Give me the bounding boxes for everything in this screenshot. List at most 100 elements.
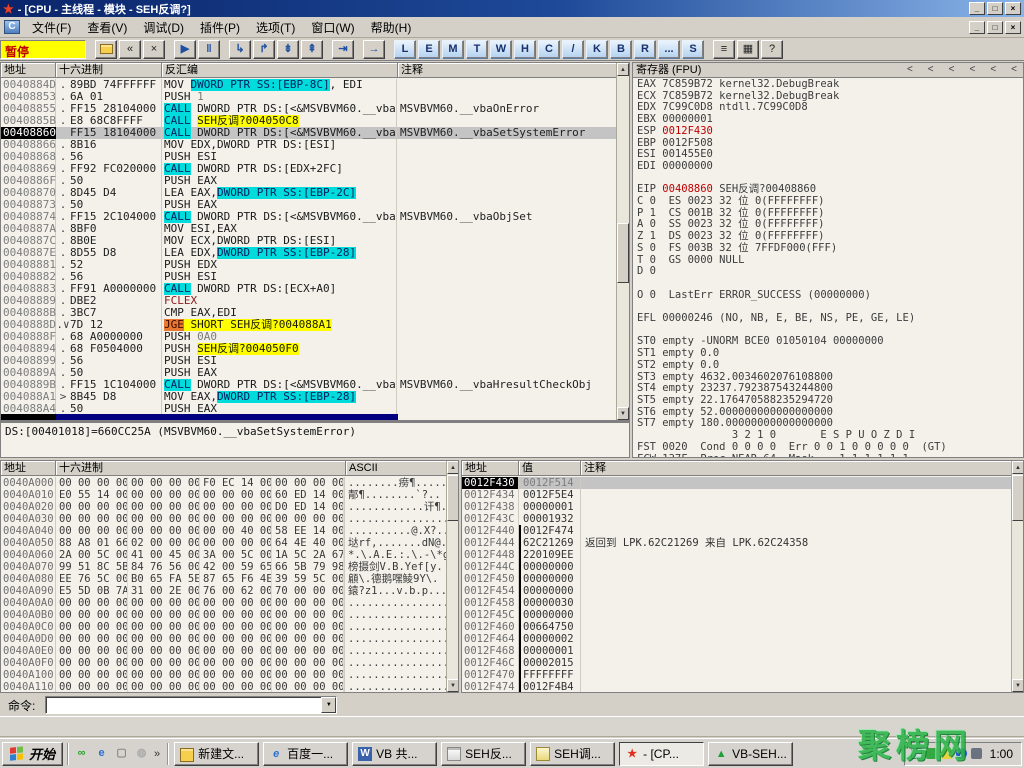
dump-row[interactable]: 0040A0C000 00 00 0000 00 00 0000 00 00 0…: [1, 621, 446, 633]
disasm-row[interactable]: 00408853.6A 01PUSH 1: [1, 91, 616, 103]
menu-item-选[interactable]: 选项(T): [248, 17, 303, 38]
toolbar-window-button-K[interactable]: K: [586, 40, 608, 59]
appearance-button[interactable]: ▦: [737, 40, 759, 59]
disasm-row[interactable]: 0040888F.68 A0000000PUSH 0A0: [1, 331, 616, 343]
scrollbar-thumb[interactable]: [1012, 475, 1024, 521]
collapse-arrow-icon[interactable]: <: [928, 63, 934, 77]
stack-row[interactable]: 0012F448220109EE: [462, 549, 1011, 561]
disasm-row[interactable]: 00408870.8D45 D4LEA EAX,DWORD PTR SS:[EB…: [1, 187, 616, 199]
help-button[interactable]: ?: [761, 40, 783, 59]
toolbar-window-button-S[interactable]: S: [682, 40, 704, 59]
dump-row[interactable]: 0040A05088 A8 01 6602 00 00 0000 00 00 0…: [1, 537, 446, 549]
dump-row[interactable]: 0040A090E5 5D 0B 7A31 00 2E 0076 00 62 0…: [1, 585, 446, 597]
stack-row[interactable]: 0012F43800000001: [462, 501, 1011, 513]
menu-item-文[interactable]: 文件(F): [24, 17, 79, 38]
child-close-button[interactable]: ×: [1005, 21, 1021, 34]
quick-launch-chevron-icon[interactable]: »: [151, 748, 163, 760]
toolbar-window-button-M[interactable]: M: [442, 40, 464, 59]
stack-row[interactable]: 0012F44462C21269返回到 LPK.62C21269 来自 LPK.…: [462, 537, 1011, 549]
collapse-arrow-icon[interactable]: <: [1011, 63, 1017, 77]
collapse-arrow-icon[interactable]: <: [949, 63, 955, 77]
taskbar-button-green[interactable]: ▲VB-SEH...: [708, 742, 793, 766]
stack-row[interactable]: 0012F470FFFFFFFF: [462, 669, 1011, 681]
taskbar-button-folder[interactable]: 新建文...: [174, 742, 259, 766]
toolbar-window-button-L[interactable]: L: [394, 40, 416, 59]
register-line[interactable]: FCW 137F Prec NEAR,64 Mask 1 1 1 1 1 1: [637, 454, 1021, 459]
registers-body[interactable]: EAX 7C859B72 kernel32.DebugBreakECX 7C85…: [637, 79, 1021, 457]
dump-row[interactable]: 0040A07099 51 8C 5B84 76 56 0042 00 59 6…: [1, 561, 446, 573]
dump-scrollbar[interactable]: ▲ ▼: [446, 461, 458, 692]
register-line[interactable]: EFL 00000246 (NO, NB, E, BE, NS, PE, GE,…: [637, 313, 1021, 325]
dump-row[interactable]: 0040A0F000 00 00 0000 00 00 0000 00 00 0…: [1, 657, 446, 669]
collapse-arrow-icon[interactable]: <: [969, 63, 975, 77]
dump-row[interactable]: 0040A02000 00 00 0000 00 00 0000 00 00 0…: [1, 501, 446, 513]
column-header-comment[interactable]: 注释: [398, 63, 629, 77]
open-file-button[interactable]: [95, 40, 117, 59]
menu-item-帮[interactable]: 帮助(H): [363, 17, 420, 38]
run-button[interactable]: ▶: [174, 40, 196, 59]
go-to-button[interactable]: →: [363, 40, 385, 59]
disasm-row[interactable]: 00408881.52PUSH EDX: [1, 259, 616, 271]
dump-column-ascii[interactable]: ASCII: [346, 461, 458, 475]
dump-row[interactable]: 0040A010E0 55 14 0000 00 00 0000 00 00 0…: [1, 489, 446, 501]
disasm-row[interactable]: 00408882.56PUSH ESI: [1, 271, 616, 283]
volume-icon[interactable]: [971, 748, 982, 759]
stack-row[interactable]: 0012F45C00000000: [462, 609, 1011, 621]
disasm-row[interactable]: 0040889A.50PUSH EAX: [1, 367, 616, 379]
dump-row[interactable]: 0040A080EE 76 5C 00B0 65 FA 5E87 65 F6 4…: [1, 573, 446, 585]
child-restore-button[interactable]: □: [987, 21, 1003, 34]
register-line[interactable]: D 0: [637, 266, 1021, 278]
taskbar-button-ie[interactable]: e百度一...: [263, 742, 348, 766]
disasm-row[interactable]: 0040884D.89BD 74FFFFFFMOV DWORD PTR SS:[…: [1, 79, 616, 91]
disasm-row[interactable]: 00408868.56PUSH ESI: [1, 151, 616, 163]
close-button[interactable]: ×: [1005, 2, 1021, 15]
dump-row[interactable]: 0040A11000 00 00 0000 00 00 0000 00 00 0…: [1, 681, 446, 693]
stack-row[interactable]: 0012F45800000030: [462, 597, 1011, 609]
dump-row[interactable]: 0040A10000 00 00 0000 00 00 0000 00 00 0…: [1, 669, 446, 681]
disasm-row[interactable]: 0040887E.8D55 D8LEA EDX,DWORD PTR SS:[EB…: [1, 247, 616, 259]
register-line[interactable]: O 0 LastErr ERROR_SUCCESS (00000000): [637, 290, 1021, 302]
taskbar-button-note[interactable]: SEH反...: [441, 742, 526, 766]
disasm-row[interactable]: 004088A1>8B45 D8MOV EAX,DWORD PTR SS:[EB…: [1, 391, 616, 403]
dump-row[interactable]: 0040A0602A 00 5C 0041 00 45 003A 00 5C 0…: [1, 549, 446, 561]
stack-row[interactable]: 0012F46400000002: [462, 633, 1011, 645]
messenger-icon[interactable]: ∞: [74, 746, 89, 761]
animate-into-button[interactable]: ⇟: [277, 40, 299, 59]
dump-row[interactable]: 0040A0E000 00 00 0000 00 00 0000 00 00 0…: [1, 645, 446, 657]
dump-row[interactable]: 0040A0B000 00 00 0000 00 00 0000 00 00 0…: [1, 609, 446, 621]
dump-row[interactable]: 0040A0D000 00 00 0000 00 00 0000 00 00 0…: [1, 633, 446, 645]
dropdown-arrow-icon[interactable]: ▼: [321, 697, 336, 713]
disasm-row[interactable]: 00408874.FF15 2C104000CALL DWORD PTR DS:…: [1, 211, 616, 223]
dump-row[interactable]: 0040A03000 00 00 0000 00 00 0000 00 00 0…: [1, 513, 446, 525]
stack-row[interactable]: 0012F43C00001932: [462, 513, 1011, 525]
disasm-row[interactable]: 00408899.56PUSH ESI: [1, 355, 616, 367]
disasm-row[interactable]: 0040889B.FF15 1C104000CALL DWORD PTR DS:…: [1, 379, 616, 391]
scroll-down-icon[interactable]: ▼: [447, 679, 459, 692]
collapse-arrow-icon[interactable]: <: [990, 63, 996, 77]
disasm-row[interactable]: 0040885B.E8 68C8FFFFCALL SEH反调?004050C8: [1, 115, 616, 127]
disassembly-scrollbar[interactable]: ▲ ▼: [616, 63, 629, 420]
disasm-row[interactable]: 0040887A.8BF0MOV ESI,EAX: [1, 223, 616, 235]
taskbar-button-note2[interactable]: SEH调...: [530, 742, 615, 766]
cpu-window-icon[interactable]: C: [4, 20, 20, 34]
step-into-button[interactable]: ↳: [229, 40, 251, 59]
media-player-icon[interactable]: ◍: [134, 746, 149, 761]
command-input[interactable]: [48, 698, 318, 712]
restart-button[interactable]: «: [119, 40, 141, 59]
register-line[interactable]: EDI 00000000: [637, 161, 1021, 173]
step-over-button[interactable]: ↱: [253, 40, 275, 59]
dump-row[interactable]: 0040A0A000 00 00 0000 00 00 0000 00 00 0…: [1, 597, 446, 609]
child-minimize-button[interactable]: _: [969, 21, 985, 34]
column-header-hex[interactable]: 十六进制: [56, 63, 162, 77]
scroll-up-icon[interactable]: ▲: [447, 461, 459, 474]
toolbar-window-button-W[interactable]: W: [490, 40, 512, 59]
disasm-row[interactable]: 00408889.DBE2FCLEX: [1, 295, 616, 307]
disasm-row[interactable]: 00408869.FF92 FC020000CALL DWORD PTR DS:…: [1, 163, 616, 175]
close-program-button[interactable]: ×: [143, 40, 165, 59]
stack-column-value[interactable]: 值: [519, 461, 581, 475]
start-button[interactable]: 开始: [2, 742, 63, 766]
toolbar-window-button-dots[interactable]: ...: [658, 40, 680, 59]
restore-button[interactable]: □: [987, 2, 1003, 15]
disasm-row[interactable]: 00408894.68 F0504000PUSH SEH反调?004050F0: [1, 343, 616, 355]
stack-row[interactable]: 0012F44C00000000: [462, 561, 1011, 573]
